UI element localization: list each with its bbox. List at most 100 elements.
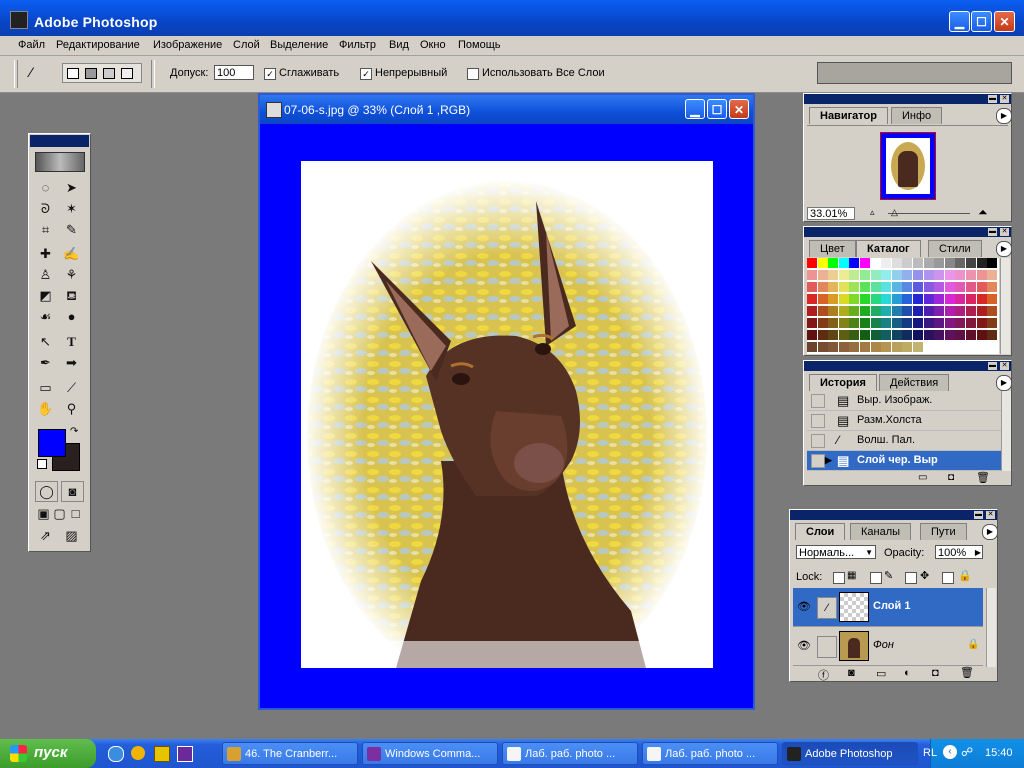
color-swatch[interactable] [870,306,881,316]
hand-tool-icon[interactable]: ✋ [35,399,56,418]
quick-mask-mode-icon[interactable]: ◙ [61,481,84,502]
color-swatch[interactable] [923,306,934,316]
history-item-selected[interactable]: ▶ ▤ Слой чер. Выр [807,451,1001,471]
lasso-tool-icon[interactable]: ᘐ [35,199,56,218]
color-swatch[interactable] [966,306,976,316]
color-swatch[interactable] [860,306,870,316]
color-swatch[interactable] [987,282,998,292]
color-swatch[interactable] [955,258,966,268]
quicklaunch-app-icon[interactable] [154,746,170,762]
color-swatch[interactable] [966,258,976,268]
color-swatch[interactable] [944,258,955,268]
color-swatch[interactable] [891,306,902,316]
color-swatch[interactable] [923,282,934,292]
color-swatch[interactable] [902,258,913,268]
color-swatch[interactable] [944,306,955,316]
new-layer-icon[interactable]: ◘ [932,667,939,679]
color-swatch[interactable] [913,282,923,292]
type-tool-icon[interactable]: T [61,332,82,351]
marquee-tool-icon[interactable]: ◌ [35,178,56,197]
swap-colors-icon[interactable]: ↷ [70,426,78,437]
color-swatch[interactable] [881,270,892,280]
color-swatch[interactable] [838,270,849,280]
swatches-panel-header[interactable]: ▬ ✕ [804,227,1011,237]
tab-actions[interactable]: Действия [879,374,950,391]
internet-explorer-icon[interactable] [108,746,124,762]
toolbox-title-bar[interactable] [30,135,89,147]
color-swatch[interactable] [881,294,892,304]
history-item[interactable]: ⁄ Волш. Пал. [807,431,1001,451]
lock-all-checkbox[interactable] [942,572,954,584]
color-swatch[interactable] [849,282,860,292]
color-swatch[interactable] [849,270,860,280]
clone-stamp-tool-icon[interactable]: ♙ [35,265,56,284]
color-swatch[interactable] [955,294,966,304]
color-swatch[interactable] [976,330,987,340]
history-minimize-icon[interactable]: ▬ [988,362,997,370]
tab-layers[interactable]: Слои [795,523,846,540]
color-swatch[interactable] [817,306,828,316]
screen-mode-full-icon[interactable]: □ [65,504,86,523]
history-close-icon[interactable]: ✕ [1000,362,1009,370]
add-selection-icon[interactable] [85,68,97,79]
color-swatch[interactable] [807,294,817,304]
navigator-zoom-value[interactable]: 33.01% [807,207,855,220]
color-swatch[interactable] [881,258,892,268]
new-document-from-state-icon[interactable]: ▭ [918,472,927,483]
color-swatch[interactable] [817,318,828,328]
color-swatch[interactable] [817,330,828,340]
tab-paths[interactable]: Пути [920,523,967,540]
save-disk-icon[interactable] [177,746,193,762]
swatches-scrollbar[interactable] [1000,258,1010,354]
tab-info[interactable]: Инфо [891,107,943,124]
color-swatch[interactable] [849,330,860,340]
color-swatch[interactable] [923,270,934,280]
color-swatch[interactable] [913,270,923,280]
color-swatch[interactable] [934,258,945,268]
color-swatch[interactable] [807,318,817,328]
color-swatch[interactable] [891,318,902,328]
color-swatch[interactable] [902,330,913,340]
color-swatch[interactable] [987,270,998,280]
layers-minimize-icon[interactable]: ▬ [974,511,983,519]
app-title-bar[interactable]: Adobe Photoshop ▁ ☐ ✕ [0,0,1024,36]
color-swatch[interactable] [966,342,976,352]
path-selection-tool-icon[interactable]: ↖ [35,332,56,351]
tray-expand-icon[interactable]: ‹ [943,745,957,759]
history-brush-tool-icon[interactable]: ⚘ [61,265,82,284]
subtract-selection-icon[interactable] [103,68,115,79]
menu-image[interactable]: Изображение [153,39,222,51]
color-swatch[interactable] [944,294,955,304]
color-swatch[interactable] [828,306,839,316]
color-swatch[interactable] [881,330,892,340]
layer-row[interactable]: 👁 Фон 🔒 [793,627,983,666]
taskbar-item-word-doc-2[interactable]: Лаб. раб. photo ... [642,742,778,765]
color-swatch[interactable] [987,342,998,352]
blend-mode-select[interactable]: Нормаль... ▼ [796,545,876,559]
color-swatch[interactable] [807,282,817,292]
color-swatch[interactable] [860,330,870,340]
color-swatch[interactable] [902,306,913,316]
color-swatch[interactable] [807,270,817,280]
color-swatch[interactable] [838,342,849,352]
history-menu-icon[interactable]: ▶ [996,375,1012,391]
color-swatch[interactable] [891,258,902,268]
color-swatch[interactable] [944,318,955,328]
color-swatch[interactable] [944,270,955,280]
color-swatch[interactable] [807,330,817,340]
color-swatch[interactable] [934,330,945,340]
doc-close-button[interactable]: ✕ [729,99,749,119]
foreground-color-swatch[interactable] [38,429,66,457]
default-colors-icon[interactable] [37,459,47,469]
color-swatch[interactable] [944,342,955,352]
color-swatch[interactable] [955,342,966,352]
document-title-bar[interactable]: 07-06-s.jpg @ 33% (Слой 1 ,RGB) ▁ ☐ ✕ [260,95,753,124]
maximize-button[interactable]: ☐ [971,11,992,32]
adjustment-layer-icon[interactable]: ◐ [904,667,911,679]
color-swatch[interactable] [828,270,839,280]
custom-shape-tool-icon[interactable]: ➡ [61,353,82,372]
color-swatch[interactable] [987,306,998,316]
dodge-tool-icon[interactable]: ● [61,307,82,326]
color-swatch[interactable] [966,330,976,340]
paint-bucket-tool-icon[interactable]: ⛾ [61,286,82,305]
